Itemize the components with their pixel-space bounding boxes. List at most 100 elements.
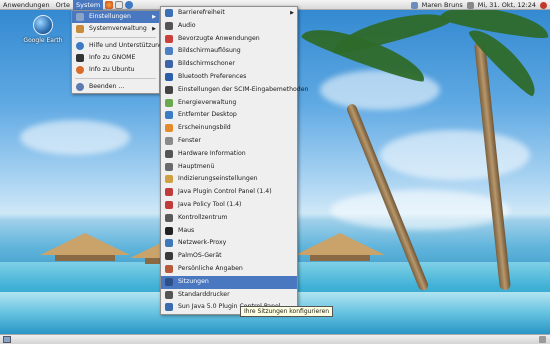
menu-item-icon [165, 264, 173, 273]
menu-item-audio[interactable]: Audio [161, 20, 297, 33]
menu-item-maus[interactable]: Maus [161, 225, 297, 238]
menu-item-icon [165, 9, 173, 17]
menu-item-java-policy-tool-1-4[interactable]: Java Policy Tool (1.4) [161, 199, 297, 212]
menu-item-label: Java Plugin Control Panel (1.4) [178, 188, 272, 196]
menu-item-indizierungseinstellungen[interactable]: Indizierungseinstellungen [161, 173, 297, 186]
menu-item-bevorzugte-anwendungen[interactable]: Bevorzugte Anwendungen [161, 33, 297, 46]
menu-item-erscheinungsbild[interactable]: Erscheinungsbild [161, 122, 297, 135]
menu-item-sitzungen[interactable]: Sitzungen [161, 275, 297, 289]
menu-item-barrierefreiheit[interactable]: Barrierefreiheit ▶ [161, 7, 297, 20]
menu-separator [75, 78, 156, 79]
menu-item-bildschirmauflösung[interactable]: Bildschirmauflösung [161, 45, 297, 58]
menu-item-netzwerk-proxy[interactable]: Netzwerk-Proxy [161, 237, 297, 250]
menu-item-hauptmenü[interactable]: Hauptmenü [161, 161, 297, 174]
menu-item-label: Maus [178, 226, 195, 234]
menu-item-bluetooth-preferences[interactable]: Bluetooth Preferences [161, 71, 297, 84]
administration-icon [76, 25, 84, 33]
volume-icon[interactable] [466, 1, 474, 9]
menu-item-icon [165, 188, 173, 197]
menu-item-kontrollzentrum[interactable]: Kontrollzentrum [161, 212, 297, 225]
menu-item-beenden[interactable]: Beenden ... [72, 81, 159, 93]
menu-item-label: PalmOS-Gerät [178, 252, 222, 260]
help-icon [76, 42, 84, 50]
menu-item-label: Bildschirmauflösung [178, 47, 241, 55]
menu-item-java-plugin-control-panel-1-4[interactable]: Java Plugin Control Panel (1.4) [161, 186, 297, 199]
firefox-launcher-icon[interactable] [105, 0, 114, 9]
menu-item-label: Bildschirmschoner [178, 60, 235, 68]
menu-item-einstellungen[interactable]: Einstellungen ▶ [72, 11, 159, 23]
menu-item-label: Persönliche Angaben [178, 264, 243, 272]
menu-item-palmos-gerät[interactable]: PalmOS-Gerät [161, 250, 297, 263]
menu-item-label: Entfernter Desktop [178, 111, 237, 119]
panel-menu-orte[interactable]: Orte [53, 0, 73, 10]
menu-item-label: Indizierungseinstellungen [178, 175, 258, 183]
menu-item-icon [165, 124, 173, 133]
menu-item-info-gnome[interactable]: Info zu GNOME [72, 52, 159, 64]
menu-item-label: Bluetooth Preferences [178, 72, 247, 80]
shutdown-icon [76, 83, 84, 91]
submenu-arrow-icon: ▶ [152, 26, 156, 32]
menu-item-icon [165, 290, 173, 299]
menu-item-label: Einstellungen [89, 13, 131, 20]
menu-item-icon [165, 34, 173, 43]
menu-item-icon [165, 252, 173, 261]
menu-item-entfernter-desktop[interactable]: Entfernter Desktop [161, 109, 297, 122]
menu-item-fenster[interactable]: Fenster [161, 135, 297, 148]
menu-item-label: Beenden ... [89, 83, 125, 90]
menu-item-label: Netzwerk-Proxy [178, 239, 227, 247]
desktop-icon-google-earth[interactable]: Google Earth [18, 15, 68, 44]
menu-item-einstellungen-der-scim-eingabemethoden[interactable]: Einstellungen der SCIM-Eingabemethoden [161, 84, 308, 97]
menu-item-icon [165, 111, 173, 120]
menu-item-label: Info zu GNOME [89, 54, 136, 61]
menu-item-label: Standarddrucker [178, 290, 230, 298]
menu-item-hilfe[interactable]: Hilfe und Unterstützung [72, 40, 163, 52]
power-icon[interactable] [540, 1, 547, 9]
desktop-icon-label: Google Earth [23, 37, 63, 44]
trash-icon[interactable] [539, 336, 546, 343]
einstellungen-submenu: Barrierefreiheit ▶ Audio Bevorzugte Anwendu… [160, 6, 308, 316]
menu-item-icon [165, 303, 173, 312]
panel-menu-system[interactable]: System [72, 0, 104, 10]
menu-item-icon [165, 136, 173, 145]
menu-item-icon [165, 277, 173, 286]
menu-item-icon [165, 47, 173, 56]
menu-item-persönliche-angaben[interactable]: Persönliche Angaben [161, 263, 297, 276]
menu-item-icon [165, 149, 173, 158]
gnome-icon [76, 54, 84, 62]
bottom-panel [0, 334, 550, 344]
menu-item-icon [165, 98, 173, 107]
user-name[interactable]: Maren Bruns [422, 1, 463, 9]
menu-item-systemverwaltung[interactable]: Systemverwaltung ▶ [72, 23, 159, 35]
tooltip: Ihre Sitzungen konfigurieren [240, 306, 334, 317]
menu-item-icon [165, 162, 173, 171]
menu-item-label: Einstellungen der SCIM-Eingabemethoden [178, 85, 309, 93]
menu-item-label: Hardware Information [178, 149, 246, 157]
help-launcher-icon[interactable] [125, 0, 134, 9]
panel-menu-anwendungen[interactable]: Anwendungen [0, 0, 53, 10]
network-icon[interactable] [410, 1, 418, 9]
mail-launcher-icon[interactable] [115, 0, 124, 9]
menu-item-standarddrucker[interactable]: Standarddrucker [161, 289, 297, 302]
menu-item-label: Info zu Ubuntu [89, 66, 135, 73]
menu-item-icon [165, 60, 173, 69]
menu-item-icon [165, 226, 173, 235]
menu-item-info-ubuntu[interactable]: Info zu Ubuntu [72, 64, 159, 76]
menu-item-label: Audio [178, 21, 196, 29]
menu-item-icon [165, 200, 173, 209]
clock[interactable]: Mi, 31. Okt, 12:24 [478, 1, 536, 9]
menu-separator [75, 37, 156, 38]
system-menu: Einstellungen ▶ Systemverwaltung ▶ Hilfe… [71, 10, 163, 94]
menu-item-label: Fenster [178, 136, 201, 144]
google-earth-icon [33, 15, 53, 35]
menu-item-bildschirmschoner[interactable]: Bildschirmschoner [161, 58, 297, 71]
menu-item-label: Erscheinungsbild [178, 124, 231, 132]
menu-item-energieverwaltung[interactable]: Energieverwaltung [161, 97, 297, 110]
menu-item-label: Bevorzugte Anwendungen [178, 34, 260, 42]
menu-item-label: Barrierefreiheit [178, 9, 225, 16]
menu-item-icon [165, 213, 173, 222]
menu-item-icon [165, 85, 173, 94]
menu-item-hardware-information[interactable]: Hardware Information [161, 148, 297, 161]
show-desktop-button[interactable] [3, 336, 11, 343]
preferences-icon [76, 13, 84, 21]
menu-item-label: Energieverwaltung [178, 98, 237, 106]
